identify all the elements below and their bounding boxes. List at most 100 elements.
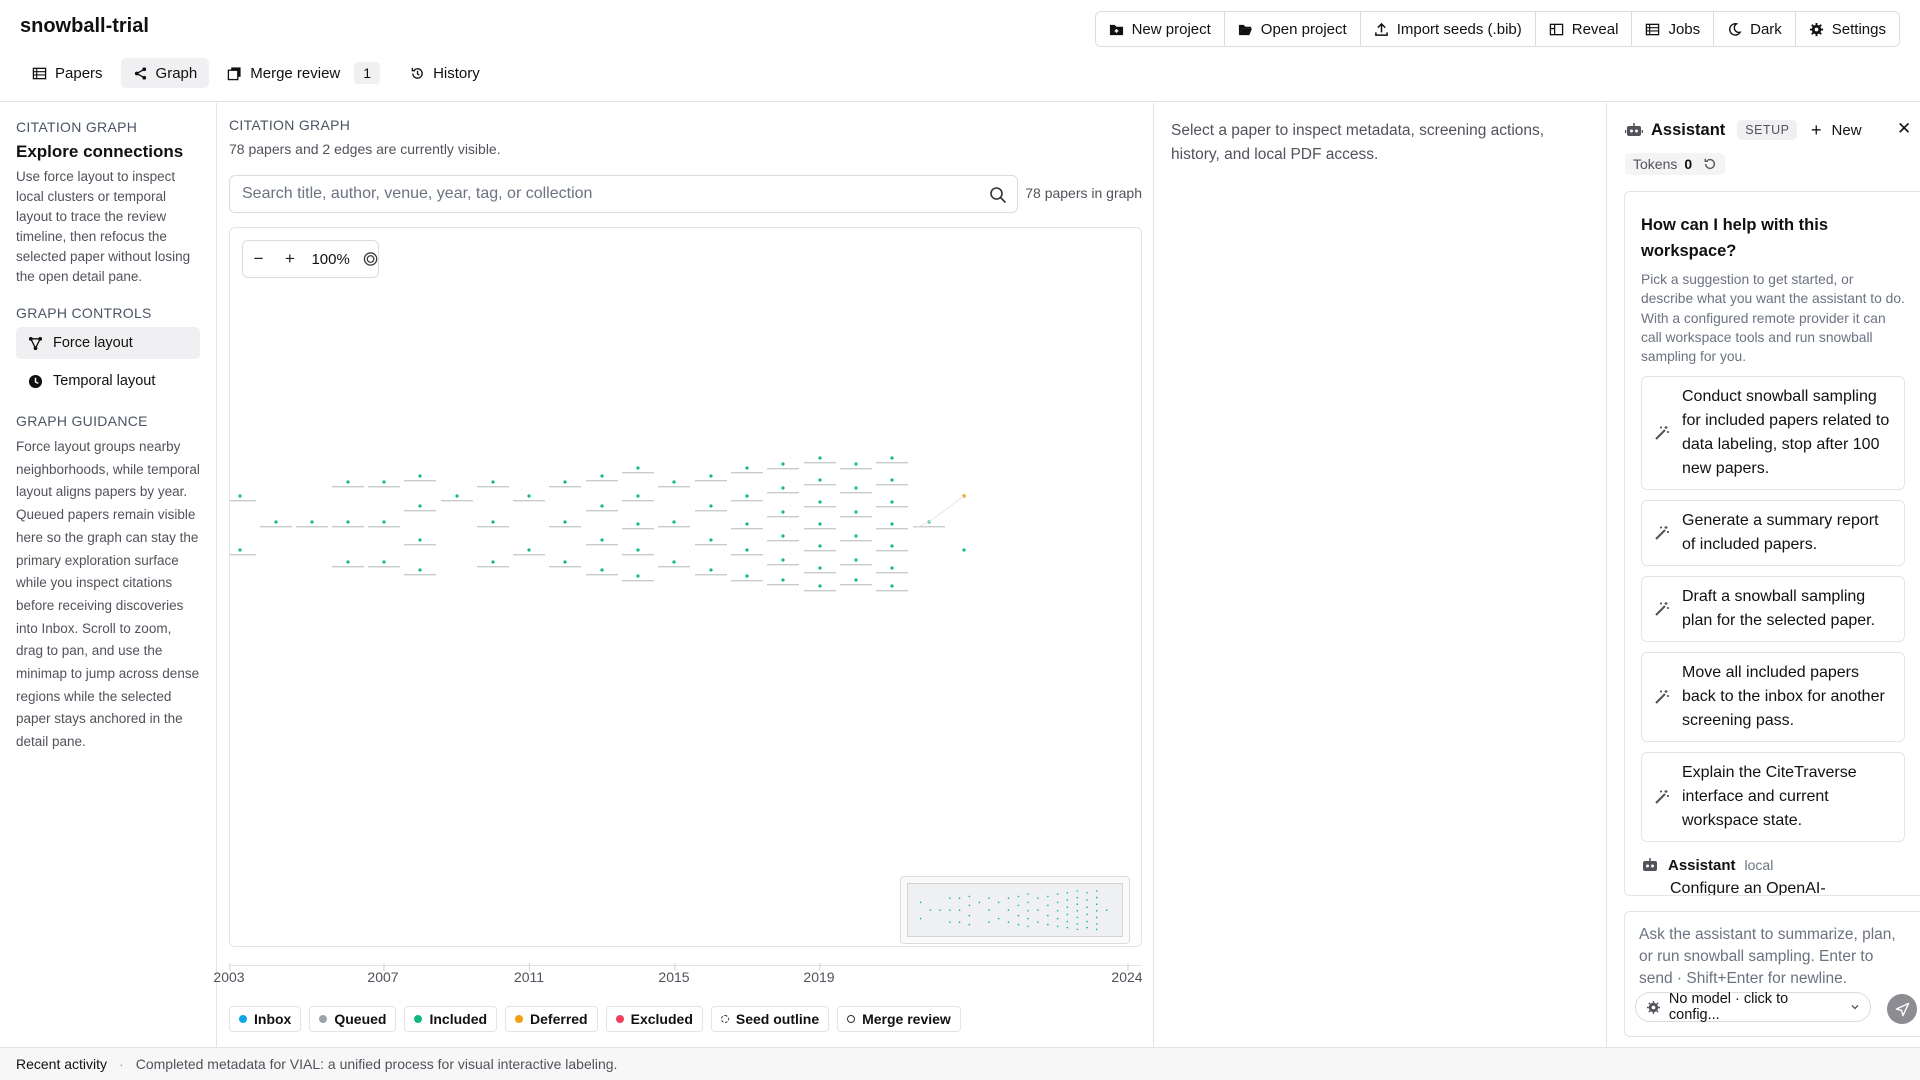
paper-node[interactable] [781, 534, 785, 538]
paper-node[interactable] [709, 568, 713, 572]
suggestion-summary-report[interactable]: Generate a summary report of included pa… [1641, 500, 1905, 567]
zoom-in-button[interactable]: + [274, 241, 305, 277]
legend-queued[interactable]: Queued [309, 1006, 397, 1032]
graph-minimap[interactable] [900, 876, 1130, 944]
paper-node[interactable] [818, 500, 822, 504]
paper-node[interactable] [962, 548, 966, 552]
paper-node[interactable] [818, 478, 822, 482]
open-project-button[interactable]: Open project [1224, 12, 1361, 46]
paper-node[interactable] [491, 480, 495, 484]
suggestion-draft-plan[interactable]: Draft a snowball sampling plan for the s… [1641, 576, 1905, 643]
assistant-input[interactable] [1625, 912, 1920, 984]
model-selector[interactable]: No model · click to config... [1635, 991, 1871, 1023]
paper-node[interactable] [745, 548, 749, 552]
paper-node[interactable] [709, 538, 713, 542]
paper-node[interactable] [890, 456, 894, 460]
new-chat-button[interactable]: + New [1811, 120, 1862, 141]
paper-node[interactable] [672, 560, 676, 564]
paper-node[interactable] [890, 478, 894, 482]
legend-inbox[interactable]: Inbox [229, 1006, 302, 1032]
paper-node[interactable] [854, 534, 858, 538]
paper-node[interactable] [636, 548, 640, 552]
legend-seed-outline[interactable]: Seed outline [710, 1006, 830, 1032]
paper-node[interactable] [563, 480, 567, 484]
paper-node[interactable] [854, 486, 858, 490]
minimap-viewport[interactable] [907, 883, 1123, 937]
paper-node[interactable] [346, 520, 350, 524]
legend-included[interactable]: Included [404, 1006, 498, 1032]
paper-node[interactable] [636, 522, 640, 526]
paper-node[interactable] [527, 494, 531, 498]
paper-node[interactable] [781, 578, 785, 582]
paper-node[interactable] [600, 504, 604, 508]
suggestion-explain-interface[interactable]: Explain the CiteTraverse interface and c… [1641, 752, 1905, 843]
paper-node[interactable] [600, 568, 604, 572]
paper-node[interactable] [563, 520, 567, 524]
paper-node[interactable] [636, 466, 640, 470]
temporal-layout-button[interactable]: Temporal layout [16, 365, 200, 397]
paper-node[interactable] [818, 456, 822, 460]
paper-node[interactable] [890, 544, 894, 548]
paper-node[interactable] [310, 520, 314, 524]
paper-node[interactable] [527, 548, 531, 552]
paper-node[interactable] [382, 480, 386, 484]
paper-node[interactable] [781, 486, 785, 490]
close-icon[interactable]: ✕ [1897, 119, 1911, 139]
paper-node[interactable] [418, 568, 422, 572]
paper-node[interactable] [382, 560, 386, 564]
paper-node[interactable] [890, 500, 894, 504]
paper-node[interactable] [818, 584, 822, 588]
fit-view-icon[interactable] [363, 251, 378, 267]
paper-node[interactable] [418, 538, 422, 542]
paper-node[interactable] [672, 480, 676, 484]
paper-node[interactable] [636, 574, 640, 578]
graph-search-input[interactable] [230, 176, 1017, 212]
graph-canvas[interactable]: − + 100% [229, 227, 1142, 947]
paper-node[interactable] [818, 566, 822, 570]
paper-node[interactable] [745, 574, 749, 578]
zoom-out-button[interactable]: − [243, 241, 274, 277]
paper-node[interactable] [781, 558, 785, 562]
paper-node[interactable] [745, 494, 749, 498]
paper-node[interactable] [238, 494, 242, 498]
paper-node[interactable] [854, 578, 858, 582]
suggestion-snowball-sampling[interactable]: Conduct snowball sampling for included p… [1641, 376, 1905, 491]
paper-node[interactable] [455, 494, 459, 498]
assistant-conversation[interactable]: How can I help with this workspace? Pick… [1624, 191, 1920, 896]
paper-node[interactable] [854, 462, 858, 466]
tab-merge-review[interactable]: Merge review 1 [215, 58, 392, 88]
paper-node[interactable] [781, 462, 785, 466]
paper-node[interactable] [382, 520, 386, 524]
paper-node[interactable] [890, 566, 894, 570]
paper-node[interactable] [636, 494, 640, 498]
force-layout-button[interactable]: Force layout [16, 327, 200, 359]
legend-excluded[interactable]: Excluded [605, 1006, 703, 1032]
paper-node[interactable] [563, 560, 567, 564]
paper-node[interactable] [672, 520, 676, 524]
paper-node[interactable] [600, 538, 604, 542]
paper-node[interactable] [890, 522, 894, 526]
dark-mode-button[interactable]: Dark [1714, 12, 1796, 46]
paper-node[interactable] [274, 520, 278, 524]
paper-node[interactable] [781, 510, 785, 514]
paper-node[interactable] [854, 510, 858, 514]
new-project-button[interactable]: New project [1095, 12, 1225, 46]
paper-node[interactable] [600, 474, 604, 478]
graph-svg[interactable] [230, 228, 1141, 946]
reset-icon[interactable] [1703, 157, 1717, 171]
paper-node[interactable] [491, 560, 495, 564]
paper-node[interactable] [418, 474, 422, 478]
paper-node[interactable] [818, 544, 822, 548]
paper-node[interactable] [709, 504, 713, 508]
paper-node[interactable] [418, 504, 422, 508]
setup-badge[interactable]: SETUP [1737, 120, 1798, 140]
reveal-button[interactable]: Reveal [1535, 12, 1633, 46]
legend-deferred[interactable]: Deferred [505, 1006, 598, 1032]
tab-papers[interactable]: Papers [20, 58, 115, 88]
legend-merge-review[interactable]: Merge review [837, 1006, 961, 1032]
paper-node[interactable] [491, 520, 495, 524]
import-seeds-button[interactable]: Import seeds (.bib) [1360, 12, 1536, 46]
suggestion-move-to-inbox[interactable]: Move all included papers back to the inb… [1641, 652, 1905, 743]
paper-node[interactable] [346, 560, 350, 564]
tab-graph[interactable]: Graph [120, 58, 210, 88]
